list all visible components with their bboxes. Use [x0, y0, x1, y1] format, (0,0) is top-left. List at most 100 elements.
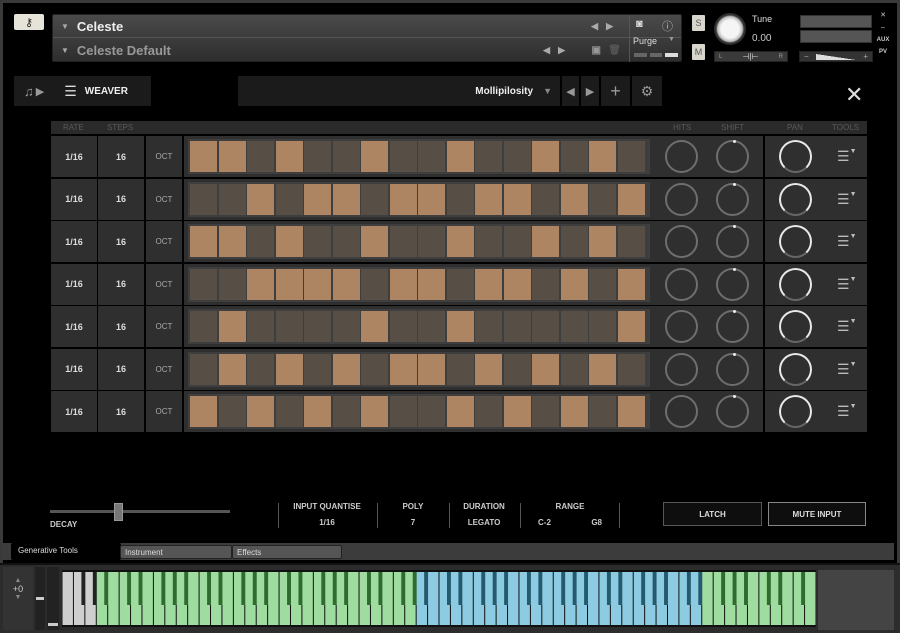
tools-menu-icon[interactable]: ☰▼ [837, 148, 857, 165]
step-on[interactable] [361, 311, 388, 342]
step-off[interactable] [532, 268, 559, 300]
solo-button[interactable]: S [692, 15, 705, 31]
pv-button[interactable]: PV [876, 46, 890, 58]
shift-knob[interactable] [716, 310, 749, 343]
step-on[interactable] [304, 268, 331, 300]
shift-knob[interactable] [716, 395, 749, 428]
white-key[interactable] [142, 572, 153, 625]
prev-preset-button[interactable]: ◀ [562, 76, 579, 106]
step-off[interactable] [446, 268, 474, 300]
step-on[interactable] [190, 396, 217, 427]
mode-button[interactable]: OCT [146, 136, 182, 177]
white-key[interactable] [428, 572, 439, 625]
step-on[interactable] [532, 226, 559, 257]
step-off[interactable] [389, 396, 417, 427]
close-icon[interactable]: ✕ [876, 10, 890, 22]
snapshot-row[interactable]: ▼ Celeste Default ◀▶ ▣ 🗑 [53, 39, 681, 62]
white-key[interactable] [508, 572, 519, 625]
mode-button[interactable]: OCT [146, 263, 182, 305]
delete-icon[interactable]: 🗑 [608, 45, 621, 56]
step-off[interactable] [389, 311, 417, 342]
step-off[interactable] [275, 396, 303, 427]
step-on[interactable] [589, 141, 616, 172]
range-low-value[interactable]: C-2 [538, 518, 551, 527]
step-off[interactable] [190, 268, 217, 300]
step-on[interactable] [247, 268, 274, 300]
steps-value[interactable]: 16 [98, 178, 144, 220]
step-off[interactable] [332, 396, 360, 427]
pitch-wheel[interactable] [35, 567, 45, 630]
step-on[interactable] [532, 141, 559, 172]
step-off[interactable] [304, 353, 331, 385]
pan-knob[interactable] [779, 352, 812, 386]
step-off[interactable] [560, 311, 588, 342]
step-off[interactable] [532, 183, 559, 215]
step-on[interactable] [446, 396, 474, 427]
step-off[interactable] [247, 141, 274, 172]
step-on[interactable] [389, 353, 417, 385]
steps-value[interactable]: 16 [98, 391, 144, 432]
step-off[interactable] [446, 183, 474, 215]
step-on[interactable] [475, 183, 502, 215]
white-key[interactable] [747, 572, 759, 625]
white-key[interactable] [302, 572, 313, 625]
step-on[interactable] [532, 353, 559, 385]
close-icon[interactable]: ✕ [845, 82, 863, 108]
tools-menu-icon[interactable]: ☰▼ [837, 318, 857, 335]
step-on[interactable] [560, 268, 588, 300]
step-on[interactable] [218, 311, 246, 342]
step-off[interactable] [275, 183, 303, 215]
hits-knob[interactable] [665, 395, 698, 428]
step-off[interactable] [503, 141, 531, 172]
save-icon[interactable]: ▣ [592, 45, 601, 56]
info-icon[interactable]: ⓘ [662, 18, 673, 34]
step-off[interactable] [475, 311, 502, 342]
step-on[interactable] [389, 183, 417, 215]
duration[interactable]: DURATION LEGATO [456, 502, 512, 527]
tools-menu-icon[interactable]: ☰▼ [837, 233, 857, 250]
pan-knob[interactable] [779, 395, 812, 428]
step-off[interactable] [218, 268, 246, 300]
step-off[interactable] [275, 311, 303, 342]
step-on[interactable] [418, 268, 445, 300]
poly[interactable]: POLY 7 [390, 502, 436, 527]
white-key[interactable] [702, 572, 713, 625]
step-off[interactable] [503, 311, 531, 342]
step-off[interactable] [475, 396, 502, 427]
next-preset-button[interactable]: ▶ [581, 76, 599, 106]
white-key[interactable] [782, 572, 793, 625]
step-on[interactable] [446, 226, 474, 257]
add-icon[interactable]: + [601, 76, 630, 106]
tools-menu-icon[interactable]: ☰▼ [837, 361, 857, 378]
rate-value[interactable]: 1/16 [51, 391, 97, 432]
step-off[interactable] [475, 141, 502, 172]
tools-menu-icon[interactable]: ☰▼ [837, 191, 857, 208]
step-off[interactable] [304, 311, 331, 342]
steps-value[interactable]: 16 [98, 136, 144, 177]
tune-knob[interactable] [714, 13, 746, 45]
aux-button[interactable]: AUX [876, 34, 890, 46]
step-on[interactable] [332, 268, 360, 300]
duration-value[interactable]: LEGATO [456, 518, 512, 527]
mode-button[interactable]: OCT [146, 306, 182, 347]
menu-icon[interactable]: ☰ [64, 83, 77, 100]
step-on[interactable] [389, 268, 417, 300]
hits-knob[interactable] [665, 182, 698, 216]
steps-value[interactable]: 16 [98, 306, 144, 347]
step-on[interactable] [247, 396, 274, 427]
step-on[interactable] [617, 268, 645, 300]
white-key[interactable] [268, 572, 279, 625]
white-key[interactable] [588, 572, 599, 625]
step-off[interactable] [304, 141, 331, 172]
step-on[interactable] [503, 396, 531, 427]
white-key[interactable] [542, 572, 553, 625]
white-key[interactable] [805, 572, 816, 625]
step-on[interactable] [617, 396, 645, 427]
step-on[interactable] [275, 226, 303, 257]
step-on[interactable] [418, 183, 445, 215]
step-on[interactable] [304, 183, 331, 215]
step-on[interactable] [304, 396, 331, 427]
range-high-value[interactable]: G8 [591, 518, 602, 527]
play-icon[interactable]: ▶ [36, 85, 44, 98]
shift-knob[interactable] [716, 352, 749, 386]
